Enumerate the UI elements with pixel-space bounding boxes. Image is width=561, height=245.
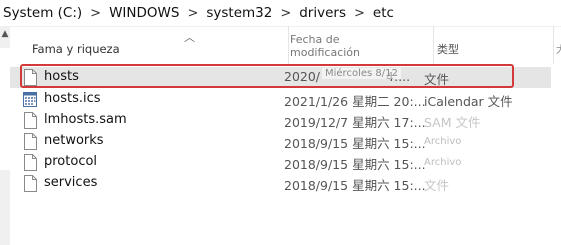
scrollbar-thumb[interactable] bbox=[0, 48, 10, 170]
calendar-file-icon bbox=[23, 92, 37, 107]
file-row-protocol[interactable]: protocol 2018/9/15 星期六 15:... Archivo bbox=[10, 152, 551, 173]
sort-ascending-icon: ︿ bbox=[184, 31, 195, 44]
column-header-type[interactable]: 类型 bbox=[433, 26, 551, 64]
column-header-size-label: 大 bbox=[556, 45, 561, 56]
breadcrumb-item-windows[interactable]: WINDOWS bbox=[107, 5, 181, 21]
breadcrumb-separator-icon[interactable]: > bbox=[274, 6, 297, 21]
text-file-icon bbox=[24, 154, 37, 171]
file-name: hosts.ics bbox=[44, 91, 101, 106]
file-row-networks[interactable]: networks 2018/9/15 星期六 15:... Archivo bbox=[10, 131, 551, 152]
annotation-highlight-box bbox=[20, 64, 514, 88]
file-type: 文件 bbox=[424, 178, 450, 193]
text-file-icon bbox=[24, 112, 37, 129]
column-header-size[interactable]: 大 bbox=[553, 26, 561, 64]
scroll-up-arrow-icon[interactable]: ▲ bbox=[0, 26, 10, 42]
column-header-type-label: 类型 bbox=[437, 43, 459, 56]
file-row-hosts-ics[interactable]: hosts.ics 2021/1/26 星期二 20:... iCalendar… bbox=[10, 89, 551, 110]
text-file-icon bbox=[24, 175, 37, 192]
file-name: networks bbox=[44, 133, 104, 148]
file-name: protocol bbox=[44, 154, 98, 169]
file-explorer: System (C:) > WINDOWS > system32 > drive… bbox=[0, 0, 561, 245]
file-name: lmhosts.sam bbox=[44, 112, 127, 127]
file-type: Archivo bbox=[424, 157, 462, 168]
column-header-date-label-line2: modificación bbox=[290, 46, 361, 59]
column-header-row: ︿ Fama y riqueza Fecha de modificación 类… bbox=[10, 26, 561, 64]
breadcrumb-item-etc[interactable]: etc bbox=[371, 5, 396, 21]
column-header-date-modified[interactable]: Fecha de modificación bbox=[288, 26, 431, 64]
breadcrumb-separator-icon[interactable]: > bbox=[84, 6, 107, 21]
column-header-name-label: Fama y riqueza bbox=[32, 42, 120, 56]
file-date-modified: 2018/9/15 星期六 15:... bbox=[284, 157, 426, 172]
file-date-modified: 2018/9/15 星期六 15:... bbox=[284, 136, 426, 151]
file-date-modified: 2019/12/7 星期六 17:... bbox=[284, 115, 426, 130]
file-name: services bbox=[44, 175, 98, 190]
breadcrumb-item-drive[interactable]: System (C:) bbox=[0, 5, 84, 21]
column-header-date-label-line1: Fecha de bbox=[290, 33, 340, 46]
text-file-icon bbox=[24, 133, 37, 150]
column-header-name[interactable]: ︿ Fama y riqueza bbox=[32, 26, 296, 64]
breadcrumb-separator-icon[interactable]: > bbox=[181, 6, 204, 21]
file-type: Archivo bbox=[424, 136, 462, 147]
file-row-lmhosts-sam[interactable]: lmhosts.sam 2019/12/7 星期六 17:... SAM 文件 bbox=[10, 110, 551, 131]
file-type: SAM 文件 bbox=[424, 115, 481, 130]
breadcrumb: System (C:) > WINDOWS > system32 > drive… bbox=[0, 0, 561, 27]
breadcrumb-item-drivers[interactable]: drivers bbox=[297, 5, 348, 21]
file-row-services[interactable]: services 2018/9/15 星期六 15:... 文件 bbox=[10, 173, 551, 194]
file-date-modified: 2018/9/15 星期六 15:... bbox=[284, 178, 426, 193]
file-date-modified: 2021/1/26 星期二 20:... bbox=[284, 94, 426, 109]
breadcrumb-separator-icon[interactable]: > bbox=[348, 6, 371, 21]
file-type: iCalendar 文件 bbox=[424, 94, 513, 109]
breadcrumb-item-system32[interactable]: system32 bbox=[204, 5, 274, 21]
